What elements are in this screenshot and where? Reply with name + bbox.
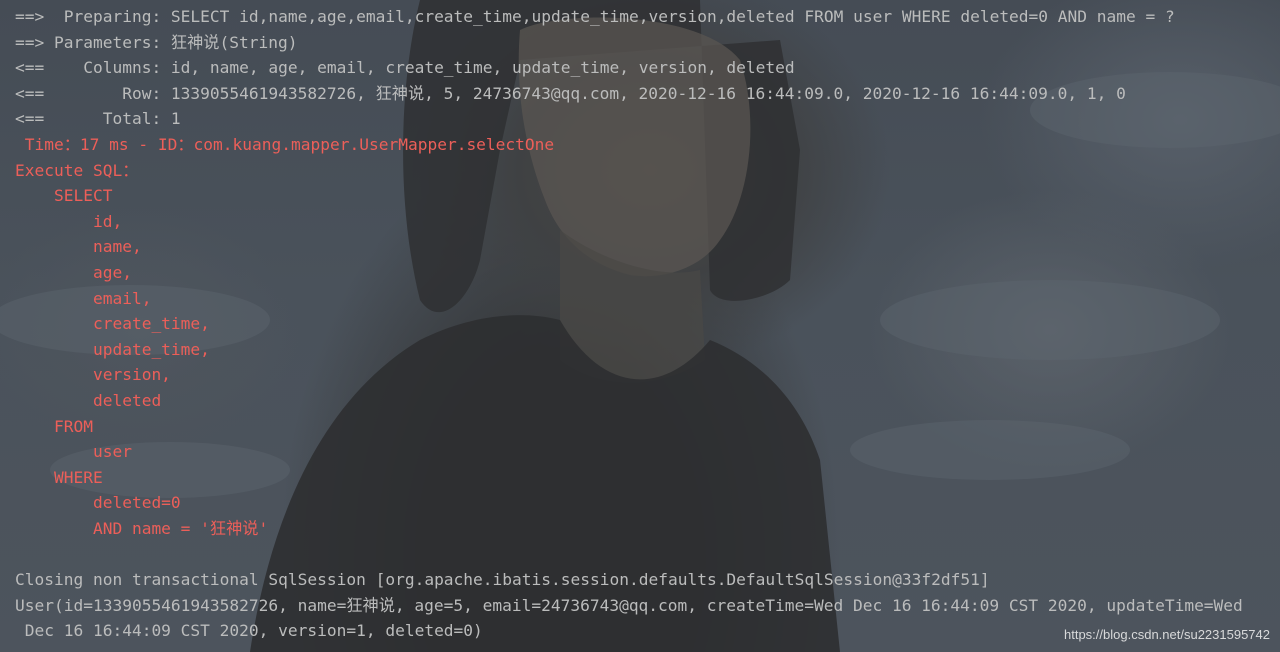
- console-line: User(id=1339055461943582726, name=狂神说, a…: [15, 595, 1243, 615]
- console-line: create_time,: [15, 314, 210, 334]
- console-line: SELECT: [15, 186, 113, 206]
- console-line: ==> Preparing: SELECT id,name,age,email,…: [15, 7, 1175, 26]
- console-line: deleted=0: [15, 493, 181, 513]
- console-line: Closing non transactional SqlSession [or…: [15, 570, 990, 590]
- console-line: user: [15, 442, 132, 462]
- console-line: deleted: [15, 390, 162, 410]
- console-line: Execute SQL：: [15, 160, 139, 180]
- console-line: age,: [15, 262, 132, 282]
- console-line: email,: [15, 288, 152, 308]
- console-line: id,: [15, 211, 123, 231]
- console-line: update_time,: [15, 339, 210, 359]
- watermark: https://blog.csdn.net/su2231595742: [1064, 627, 1270, 642]
- console-line: <== Total: 1: [15, 109, 181, 129]
- console-line: ==> Parameters: 狂神说(String): [15, 32, 298, 52]
- console-line: <== Columns: id, name, age, email, creat…: [15, 58, 795, 78]
- console-line: version,: [15, 365, 171, 385]
- console-line: AND name = '狂神说': [15, 518, 269, 538]
- console-output: ==> Preparing: SELECT id,name,age,email,…: [0, 4, 1280, 644]
- console-line: name,: [15, 237, 142, 257]
- console-line: FROM: [15, 416, 93, 436]
- console-line: <== Row: 1339055461943582726, 狂神说, 5, 24…: [15, 83, 1126, 103]
- console-line: WHERE: [15, 467, 103, 487]
- console-line: Time：17 ms - ID：com.kuang.mapper.UserMap…: [15, 134, 555, 154]
